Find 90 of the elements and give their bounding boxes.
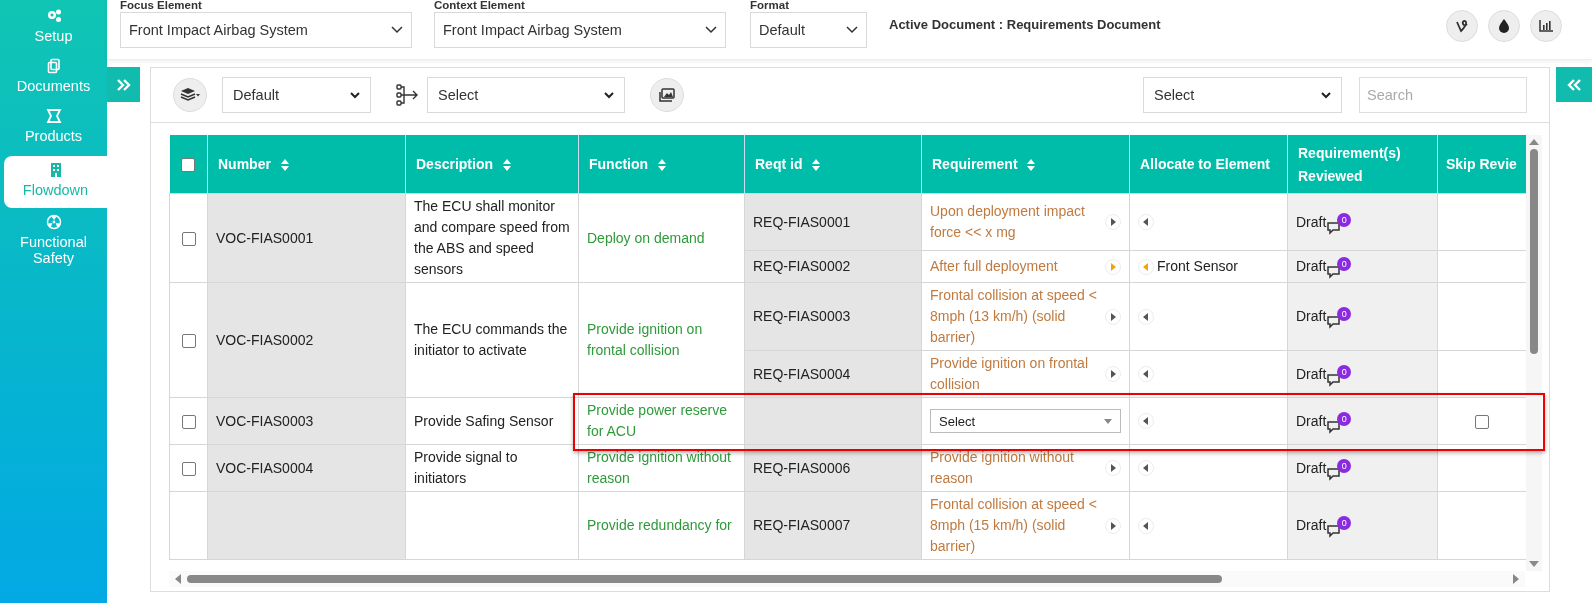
requirement-cell: Provide ignition without reason: [921, 444, 1130, 492]
collapse-button[interactable]: [1556, 67, 1592, 102]
hierarchy-arrow-icon: [396, 84, 418, 106]
function-cell: Deploy on demand: [578, 193, 745, 283]
drop-icon: [1498, 19, 1510, 33]
reqt-id-cell: REQ-FIAS0007: [744, 491, 922, 560]
dropdown[interactable]: Front Impact Airbag System: [434, 12, 726, 48]
images-icon: [659, 88, 675, 102]
allocation-cell: Front Sensor: [1129, 250, 1288, 283]
v-logo-icon: [1455, 19, 1469, 33]
field-label: Focus Element: [120, 0, 203, 12]
review-cell: Draft 0: [1287, 193, 1438, 251]
flow-dropdown[interactable]: Select: [427, 77, 625, 113]
chart-button[interactable]: [1530, 10, 1562, 42]
vine-button[interactable]: [1446, 10, 1478, 42]
expand-button[interactable]: [107, 67, 140, 102]
number-cell: VOC-FIAS0002: [207, 282, 406, 398]
function-cell: Provide power reserve for ACU: [578, 397, 745, 445]
drop-button[interactable]: [1488, 10, 1520, 42]
bar-chart-icon: [1539, 20, 1553, 32]
row-checkbox[interactable]: [181, 414, 196, 429]
chevron-down-icon: [604, 91, 614, 99]
description-cell: Provide signal to initiators: [405, 444, 579, 492]
review-cell: Draft 0: [1287, 282, 1438, 351]
select-all-checkbox[interactable]: [181, 158, 196, 173]
review-cell: Draft 0: [1287, 350, 1438, 398]
radiation-icon: [45, 214, 62, 230]
frame-icon: [45, 108, 62, 124]
function-cell: Provide redundancy for: [578, 491, 745, 560]
requirement-cell: Provide ignition on frontal collision: [921, 350, 1130, 398]
chevron-down-icon: [705, 26, 717, 34]
number-cell: VOC-FIAS0003: [207, 397, 406, 445]
double-chevron-left-icon: [1567, 78, 1581, 91]
field-label: Format: [750, 0, 790, 12]
scroll-right-icon[interactable]: [1513, 574, 1519, 584]
search-field[interactable]: Search: [1359, 77, 1527, 113]
sort-icon: [658, 158, 666, 171]
function-cell: Provide ignition on frontal collision: [578, 282, 745, 398]
row-checkbox[interactable]: [181, 333, 196, 348]
review-cell: Draft 0: [1287, 250, 1438, 283]
row-checkbox[interactable]: [181, 231, 196, 246]
reqt-id-cell: REQ-FIAS0001: [744, 193, 922, 251]
description-cell: The ECU shall monitor and compare speed from the ABS and speed sensors: [405, 193, 579, 283]
requirement-dropdown[interactable]: Select: [930, 409, 1121, 433]
reqt-id-cell: REQ-FIAS0003: [744, 282, 922, 351]
reqt-id-cell: REQ-FIAS0002: [744, 250, 922, 283]
layers-button[interactable]: [173, 78, 207, 112]
sort-icon: [812, 158, 821, 171]
number-cell: VOC-FIAS0004: [207, 444, 406, 492]
caret-down-icon: [1104, 418, 1112, 424]
reqt-id-cell: REQ-FIAS0006: [744, 444, 922, 492]
active-document-label: Active Document : Requirements Document: [889, 17, 1161, 32]
requirement-cell: Upon deployment impact force << x mg: [921, 193, 1130, 251]
scroll-thumb[interactable]: [1530, 149, 1538, 354]
copy-icon: [45, 58, 62, 74]
number-cell: VOC-FIAS0001: [207, 193, 406, 283]
scroll-down-icon[interactable]: [1529, 561, 1539, 567]
requirement-cell: After full deployment: [921, 250, 1130, 283]
skip-review-checkbox[interactable]: [1475, 414, 1489, 429]
horizontal-scrollbar[interactable]: [169, 571, 1525, 587]
view-dropdown[interactable]: Default: [222, 77, 371, 113]
scroll-up-icon[interactable]: [1529, 139, 1539, 145]
double-chevron-right-icon: [116, 78, 131, 91]
sort-icon: [280, 158, 289, 171]
gears-icon: [45, 8, 62, 24]
scroll-thumb[interactable]: [187, 575, 1222, 583]
requirement-cell: Frontal collision at speed < 8mph (13 km/h) (solid barrier): [921, 282, 1130, 351]
description-cell: Provide Safing Sensor: [405, 397, 579, 445]
vertical-scrollbar[interactable]: [1526, 135, 1542, 571]
scroll-left-icon[interactable]: [175, 574, 181, 584]
chevron-down-icon: [391, 26, 403, 34]
review-cell: Draft 0: [1287, 444, 1438, 492]
images-button[interactable]: [650, 78, 684, 112]
dropdown[interactable]: Front Impact Airbag System: [120, 12, 412, 48]
function-cell: Provide ignition without reason: [578, 444, 745, 492]
layers-icon: [180, 88, 200, 102]
filter-dropdown[interactable]: Select: [1143, 77, 1342, 113]
sort-icon: [1027, 158, 1036, 171]
row-checkbox[interactable]: [181, 461, 196, 476]
dropdown[interactable]: Default: [750, 12, 867, 48]
field-label: Context Element: [434, 0, 526, 12]
description-cell: The ECU commands the initiator to activate: [405, 282, 579, 398]
reqt-id-cell: REQ-FIAS0004: [744, 350, 922, 398]
requirement-cell: Frontal collision at speed < 8mph (15 km/h) (solid barrier): [921, 491, 1130, 560]
chevron-down-icon: [1321, 91, 1331, 99]
chevron-down-icon: [846, 26, 858, 34]
review-cell: Draft 0: [1287, 491, 1438, 560]
review-cell: Draft 0: [1287, 397, 1438, 445]
chevron-down-icon: [350, 91, 360, 99]
sort-icon: [502, 158, 511, 171]
